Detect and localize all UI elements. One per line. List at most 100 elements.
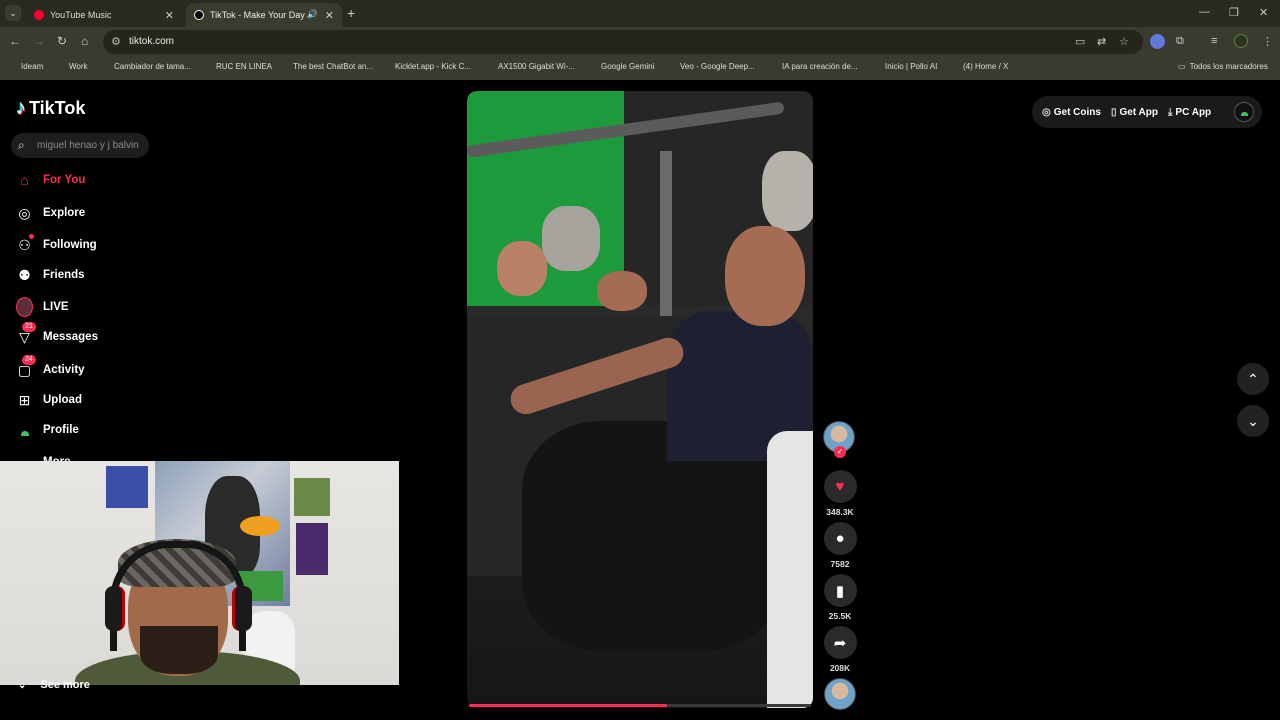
bookmark-item[interactable]: The best ChatBot an...	[280, 62, 373, 71]
restore-icon[interactable]: ❐	[1229, 6, 1239, 19]
tab-search-icon[interactable]: ⌄	[5, 5, 21, 21]
bookmark-icon	[101, 62, 110, 71]
like-action[interactable]: ♥ 348.3K	[822, 470, 858, 517]
driver-head	[725, 226, 805, 326]
minimize-icon[interactable]: —	[1199, 6, 1210, 18]
next-video-button[interactable]: ⌄	[1237, 405, 1269, 437]
video-progress-bar[interactable]	[469, 704, 811, 707]
bookmark-item[interactable]: Ideam	[8, 62, 43, 71]
previous-video-button[interactable]: ⌃	[1237, 363, 1269, 395]
bookmark-item[interactable]: Inicio | Pollo AI	[872, 62, 937, 71]
video-player[interactable]	[467, 91, 813, 708]
comment-icon[interactable]: ●	[823, 522, 857, 555]
user-avatar[interactable]	[1234, 102, 1254, 122]
chevron-up-icon: ⌃	[1247, 370, 1259, 387]
nav-profile[interactable]: Profile	[16, 420, 79, 440]
friends-icon: ⚉	[18, 266, 31, 283]
headrest	[542, 206, 600, 271]
search-input[interactable]: ⌕ miguel henao y j balvin	[11, 133, 149, 158]
bookmark-icon	[8, 62, 17, 71]
home-icon: ⌂	[20, 172, 29, 188]
chevron-down-icon: ⌄	[18, 679, 27, 691]
back-icon[interactable]: ←	[9, 34, 21, 48]
nav-messages[interactable]: ▽ 21 Messages	[16, 321, 98, 347]
bookmark-star-icon[interactable]: ☆	[1119, 35, 1129, 48]
close-tab-icon[interactable]: ✕	[165, 9, 174, 22]
site-info-icon[interactable]: ⚙	[111, 35, 121, 48]
profile-avatar-icon[interactable]	[1234, 34, 1248, 48]
bookmark-icon	[382, 62, 391, 71]
url-text[interactable]: tiktok.com	[129, 36, 174, 47]
google-account-icon[interactable]	[1150, 34, 1165, 49]
comment-count: 7582	[830, 559, 850, 569]
new-tab-button[interactable]: +	[347, 5, 355, 21]
bookmark-icon	[56, 62, 65, 71]
tiktok-logo[interactable]: ♪ TikTok	[16, 97, 85, 120]
bookmark-item[interactable]: Veo - Google Deep...	[667, 62, 755, 71]
wall-art-beak	[240, 516, 280, 536]
pc-app-button[interactable]: ⤓ PC App	[1168, 107, 1211, 118]
bookmark-item[interactable]: (4) Home / X	[950, 62, 1008, 71]
close-tab-icon[interactable]: ✕	[325, 9, 334, 22]
headset-ear-right	[232, 586, 252, 631]
headrest	[762, 151, 813, 231]
messages-icon: ▽ 21	[16, 321, 36, 346]
bookmark-item[interactable]: Cambiador de tama...	[101, 62, 191, 71]
cast-icon[interactable]: ▭	[1075, 35, 1085, 48]
tab-youtube-music[interactable]: YouTube Music ✕	[26, 3, 182, 27]
nav-friends[interactable]: ⚉ Friends	[16, 265, 84, 285]
nav-following[interactable]: ⚇ Following	[16, 233, 97, 255]
followed-check-icon[interactable]: ✓	[834, 446, 846, 458]
nav-live[interactable]: LIVE	[16, 297, 69, 317]
bookmark-icon	[950, 62, 959, 71]
share-action[interactable]: ➦ 208K	[822, 626, 858, 673]
reading-list-icon[interactable]: ≡	[1211, 35, 1217, 47]
close-window-icon[interactable]: ✕	[1259, 6, 1268, 19]
coin-icon: ◎	[1042, 106, 1051, 118]
bookmark-item[interactable]: IA para creación de...	[769, 62, 858, 71]
speaker-icon[interactable]: 🔊	[307, 9, 318, 20]
chevron-down-icon: ⌄	[1247, 412, 1259, 429]
see-more-button[interactable]: ⌄ See more	[18, 679, 90, 691]
get-coins-button[interactable]: ◎ Get Coins	[1042, 107, 1101, 118]
messages-badge: 21	[22, 321, 36, 332]
get-app-button[interactable]: ▯ Get App	[1111, 107, 1158, 118]
nav-explore[interactable]: ◎ Explore	[16, 203, 85, 223]
menu-dots-icon[interactable]: ⋮	[1262, 35, 1273, 48]
nav-activity[interactable]: ▢ 24 Activity	[16, 354, 85, 380]
tab-tiktok[interactable]: TikTok - Make Your Day 🔊 ✕	[186, 3, 342, 27]
bookmark-item[interactable]: AX1500 Gigabit Wi-...	[485, 62, 575, 71]
share-icon[interactable]: ➦	[823, 626, 857, 659]
translate-icon[interactable]: ⇄	[1097, 35, 1106, 48]
heart-icon[interactable]: ♥	[823, 470, 857, 503]
browser-toolbar: ← → ↻ ⌂ ⚙ tiktok.com ▭ ⇄ ☆ ⧉ ≡ ⋮	[0, 27, 1280, 57]
bookmark-item[interactable]: Google Gemini	[588, 62, 654, 71]
bookmark-icon	[588, 62, 597, 71]
comment-action[interactable]: ● 7582	[822, 522, 858, 569]
bookmark-item[interactable]: RUC EN LINEA	[203, 62, 272, 71]
address-bar[interactable]: ⚙ tiktok.com ▭ ⇄ ☆	[103, 30, 1143, 54]
bookmark-icon[interactable]: ▮	[823, 574, 857, 607]
reload-icon[interactable]: ↻	[57, 34, 67, 48]
home-icon[interactable]: ⌂	[81, 34, 88, 48]
bookmark-icon	[667, 62, 676, 71]
passenger-head	[497, 241, 547, 296]
compass-icon: ◎	[18, 204, 31, 221]
wall-poster	[296, 523, 328, 575]
bookmark-item[interactable]: Kicklet.app - Kick C...	[382, 62, 471, 71]
forward-icon[interactable]: →	[33, 34, 45, 48]
tiktok-note-icon: ♪	[16, 97, 26, 119]
bookmark-item[interactable]: Work	[56, 62, 88, 71]
download-icon: ⤓	[1168, 106, 1173, 118]
driver-hand	[597, 271, 647, 311]
nav-for-you[interactable]: ⌂ For You	[16, 170, 85, 190]
extensions-icon[interactable]: ⧉	[1176, 35, 1184, 48]
sound-disc-avatar[interactable]	[824, 678, 856, 710]
save-action[interactable]: ▮ 25.5K	[822, 574, 858, 621]
live-icon	[16, 297, 33, 317]
creator-avatar[interactable]: ✓	[823, 421, 855, 458]
search-icon: ⌕	[18, 138, 25, 152]
all-bookmarks-folder[interactable]: ▭ Todos los marcadores	[1178, 62, 1268, 71]
webcam-overlay	[0, 461, 399, 685]
nav-upload[interactable]: ⊞ Upload	[16, 390, 82, 410]
